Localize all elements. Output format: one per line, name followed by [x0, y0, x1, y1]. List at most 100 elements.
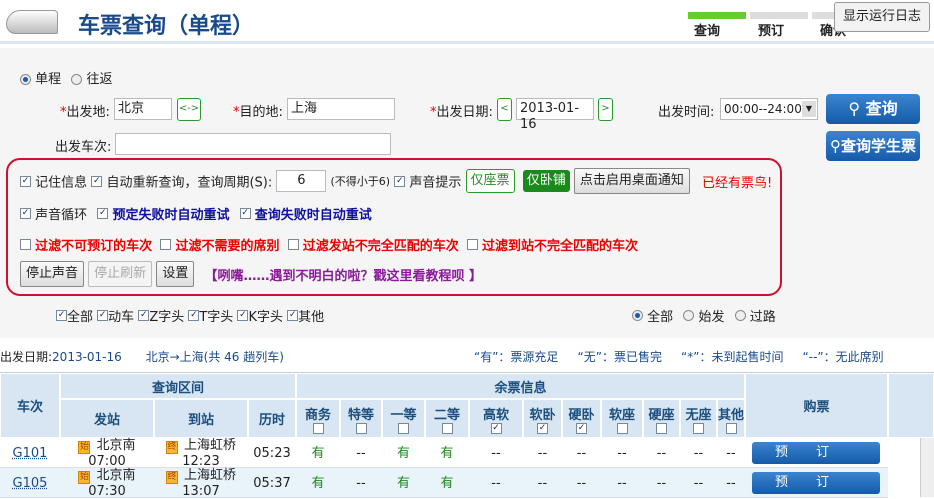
settings-button[interactable]: 设置: [156, 261, 195, 287]
duration: 05:37: [253, 475, 291, 491]
seat-filter-checkbox[interactable]: [355, 422, 367, 434]
seat-availability: --: [726, 475, 736, 491]
seat-availability: --: [537, 475, 548, 491]
type-t-checkbox[interactable]: ✓: [188, 310, 200, 321]
filter-checkbox[interactable]: [20, 239, 31, 250]
station-type-label: 始发: [698, 310, 725, 325]
time-value: 00:00--24:00: [724, 102, 802, 116]
retry-book-checkbox[interactable]: ✓: [97, 208, 109, 219]
sound-checkbox[interactable]: ✓: [394, 175, 406, 187]
period-input[interactable]: 6: [276, 170, 327, 192]
date-label: 出发日期:: [436, 105, 493, 120]
type-other-checkbox[interactable]: ✓: [287, 310, 299, 321]
seat-col-label: 软卧: [529, 407, 556, 423]
seat-filter-checkbox[interactable]: ✓: [537, 422, 548, 434]
station-pass-radio[interactable]: [734, 310, 746, 321]
legend-item: “有”：票源充足: [474, 350, 559, 364]
seat-availability: 有: [396, 445, 410, 461]
col-range: 历时: [248, 399, 296, 438]
seat-availability: --: [356, 445, 366, 461]
type-k-checkbox[interactable]: ✓: [237, 310, 249, 321]
tutorial-link[interactable]: 【咧嘴……遇到不明白的啦？戳这里看教程呗 】: [204, 269, 482, 284]
date-next-button[interactable]: >: [598, 98, 613, 121]
station-origin-radio[interactable]: [683, 310, 695, 321]
station-all-radio[interactable]: [632, 310, 643, 321]
train-number-link[interactable]: G105: [0, 468, 60, 498]
type-z-checkbox[interactable]: ✓: [138, 310, 150, 321]
seat-filter-checkbox[interactable]: [725, 422, 737, 434]
train-label: 出发车次:: [55, 140, 112, 155]
sound-loop-checkbox[interactable]: ✓: [20, 208, 31, 219]
student-query-button[interactable]: ⚲查询学生票: [826, 131, 920, 161]
radio-round-trip[interactable]: [71, 74, 83, 85]
radio-one-way[interactable]: [20, 74, 31, 85]
type-d-checkbox[interactable]: ✓: [97, 310, 109, 321]
seat-only-button[interactable]: 仅座票: [465, 169, 515, 193]
seat-availability: --: [491, 475, 501, 491]
station-type-label: 全部: [647, 310, 674, 325]
to-label: 目的地:: [239, 105, 283, 120]
seat-availability: 有: [311, 475, 325, 491]
seat-filter-checkbox[interactable]: ✓: [576, 422, 587, 434]
to-input[interactable]: 上海: [287, 98, 395, 120]
sound-label: 声音提示: [409, 175, 462, 191]
remember-label: 记住信息: [35, 175, 88, 191]
date-prev-button[interactable]: <: [497, 98, 512, 121]
type-label: 其他: [298, 310, 325, 325]
chevron-down-icon: ▼: [802, 101, 816, 117]
book-button[interactable]: 预订: [752, 472, 880, 494]
header: 车票查询（单程） 查询 预订 确认 显示运行日志: [0, 0, 934, 44]
date-input[interactable]: 2013-01-16: [516, 98, 594, 132]
col-seat: 高软 ✓: [469, 399, 523, 438]
seat-filter-checkbox[interactable]: [398, 422, 409, 434]
train-number-link[interactable]: G101: [0, 438, 60, 468]
remember-checkbox[interactable]: ✓: [20, 175, 31, 187]
type-label: T字头: [199, 310, 234, 325]
auto-requery-checkbox[interactable]: ✓: [91, 175, 103, 187]
sound-loop-label: 声音循环: [35, 208, 88, 223]
query-button-label: 查询: [865, 99, 898, 118]
col-scroll: [888, 373, 934, 438]
seat-col-label: 硬卧: [568, 407, 595, 423]
stop-sound-button[interactable]: 停止声音: [20, 261, 85, 287]
from-input[interactable]: 北京: [114, 98, 172, 120]
type-all-checkbox[interactable]: ✓: [56, 310, 67, 321]
stop-refresh-button[interactable]: 停止刷新: [88, 261, 153, 287]
filter-checkbox[interactable]: [287, 239, 299, 250]
step-book: 预订: [758, 24, 785, 39]
retry-query-checkbox[interactable]: ✓: [239, 208, 251, 219]
query-button[interactable]: ⚲ 查询: [826, 94, 920, 124]
desktop-notify-button[interactable]: 点击启用桌面通知: [573, 168, 690, 194]
dep-time: 07:30: [88, 483, 126, 499]
col-seat: 二等: [425, 399, 469, 438]
filter-checkbox[interactable]: [466, 239, 478, 250]
student-button-label: 查询学生票: [840, 137, 916, 155]
train-input[interactable]: [115, 133, 391, 155]
seat-filter-checkbox[interactable]: [312, 422, 324, 434]
scrollbar[interactable]: [920, 438, 934, 497]
seat-filter-checkbox[interactable]: [656, 422, 667, 434]
step-query: 查询: [694, 24, 721, 39]
time-select[interactable]: 00:00--24:00 ▼: [720, 98, 818, 120]
col-seat: 硬座: [643, 399, 680, 438]
seat-col-label: 无座: [685, 407, 712, 423]
col-seat: 商务: [296, 399, 340, 438]
seat-availability: --: [537, 445, 548, 461]
seat-availability: 有: [440, 445, 454, 461]
summary-date: 2013-01-16: [52, 350, 122, 364]
seat-filter-checkbox[interactable]: [616, 422, 628, 434]
seat-filter-checkbox[interactable]: [693, 422, 704, 434]
swap-button[interactable]: <->: [177, 98, 201, 121]
show-log-button[interactable]: 显示运行日志: [834, 2, 930, 32]
seat-filter-checkbox[interactable]: [441, 422, 453, 434]
retry-query-label: 查询失败时自动重试: [254, 208, 372, 223]
sleeper-only-button[interactable]: 仅卧铺: [522, 170, 570, 192]
seat-availability: --: [356, 475, 366, 491]
dep-time: 07:00: [88, 453, 126, 469]
seat-filter-checkbox[interactable]: ✓: [490, 422, 502, 434]
type-label: Z字头: [149, 310, 185, 325]
col-seat: 软卧 ✓: [523, 399, 562, 438]
book-button[interactable]: 预订: [752, 442, 880, 464]
seat-col-label: 特等: [347, 407, 374, 423]
filter-checkbox[interactable]: [160, 239, 172, 250]
